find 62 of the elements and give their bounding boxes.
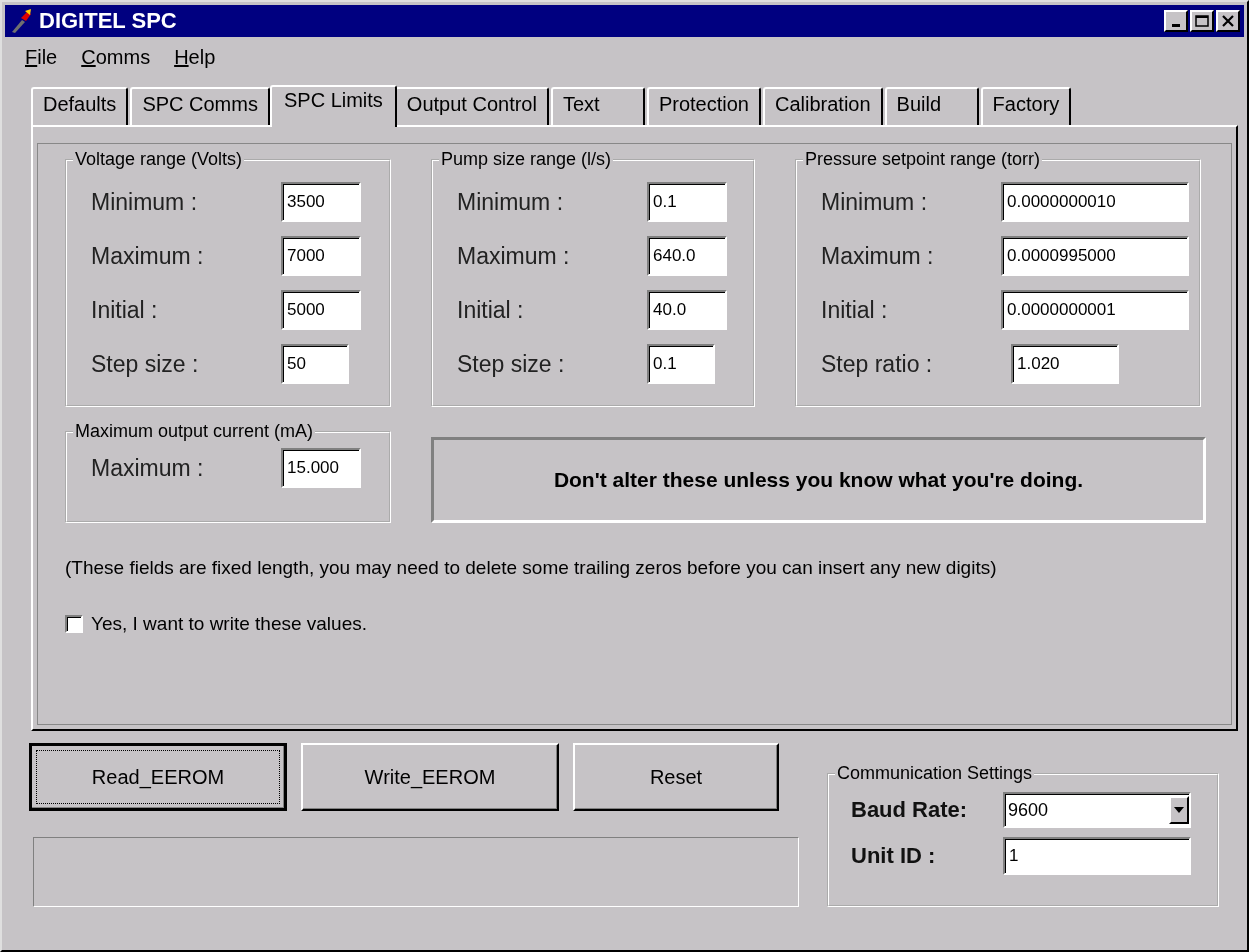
field-label: Initial :	[91, 296, 159, 324]
menu-item[interactable]: Comms	[81, 45, 151, 69]
warning-message: Don't alter these unless you know what you're doing.	[431, 437, 1206, 523]
caret-icon	[1174, 807, 1184, 813]
field-label: Unit ID :	[851, 843, 937, 869]
action-button[interactable]: Read_EEROM	[29, 743, 287, 811]
field-label: Initial :	[457, 296, 525, 324]
tab[interactable]: Output Control	[394, 87, 549, 125]
input-field[interactable]: 0.0000000001	[1001, 290, 1189, 330]
group-title: Communication Settings	[835, 763, 1035, 784]
tab[interactable]: Factory	[980, 87, 1072, 125]
action-button[interactable]: Reset	[573, 743, 779, 811]
input-field[interactable]: 0.1	[647, 182, 727, 222]
tab[interactable]: SPC Limits	[269, 85, 397, 127]
group-title: Pump size range (l/s)	[439, 149, 614, 170]
input-field[interactable]: 7000	[281, 236, 361, 276]
tab[interactable]: Protection	[646, 87, 761, 125]
field-label: Maximum :	[91, 454, 205, 482]
field-label: Minimum :	[91, 188, 199, 216]
field-label: Maximum :	[821, 242, 935, 270]
field-label: Initial :	[821, 296, 889, 324]
tab[interactable]: Defaults	[31, 87, 129, 125]
action-button[interactable]: Write_EEROM	[301, 743, 559, 811]
input-field[interactable]: 0.0000995000	[1001, 236, 1189, 276]
tab[interactable]: SPC Comms	[130, 87, 270, 125]
field-label: Maximum :	[457, 242, 571, 270]
input-field[interactable]: 5000	[281, 290, 361, 330]
tab[interactable]: Calibration	[763, 87, 883, 125]
group-title: Maximum output current (mA)	[73, 421, 316, 442]
field-label: Step size :	[91, 350, 200, 378]
input-field[interactable]: 15.000	[281, 448, 361, 488]
input-field[interactable]: 1.020	[1011, 344, 1119, 384]
menu-item[interactable]: Help	[174, 45, 216, 69]
input-field[interactable]: 640.0	[647, 236, 727, 276]
note-text: (These fields are fixed length, you may need to delete some trailing zeros before you can insert any new digits)	[65, 557, 998, 579]
field-label: Baud Rate:	[851, 797, 969, 823]
field-label: Minimum :	[821, 188, 929, 216]
input-field[interactable]: 1	[1003, 837, 1191, 875]
baud-rate-dropdown[interactable]: 9600	[1003, 792, 1191, 828]
maximize-icon	[1195, 15, 1209, 27]
tab[interactable]: Build	[884, 87, 979, 125]
checkbox-label[interactable]: Yes, I want to write these values.	[91, 613, 367, 635]
minimize-button[interactable]	[1164, 10, 1188, 32]
input-field[interactable]: 3500	[281, 182, 361, 222]
group-title: Voltage range (Volts)	[73, 149, 245, 170]
input-field[interactable]: 0.1	[647, 344, 715, 384]
menu-item[interactable]: File	[25, 45, 58, 69]
tab[interactable]: Text	[550, 87, 645, 125]
close-icon	[1222, 15, 1234, 27]
field-label: Step size :	[457, 350, 566, 378]
field-label: Step ratio :	[821, 350, 934, 378]
group-title: Pressure setpoint range (torr)	[803, 149, 1043, 170]
input-field[interactable]: 50	[281, 344, 349, 384]
close-button[interactable]	[1216, 10, 1240, 32]
maximize-button[interactable]	[1190, 10, 1214, 32]
field-label: Minimum :	[457, 188, 565, 216]
window-title: DIGITEL SPC	[39, 8, 178, 34]
field-label: Maximum :	[91, 242, 205, 270]
minimize-icon	[1172, 23, 1180, 27]
input-field[interactable]: 40.0	[647, 290, 727, 330]
input-field[interactable]: 0.0000000010	[1001, 182, 1189, 222]
checkbox[interactable]	[65, 615, 83, 633]
